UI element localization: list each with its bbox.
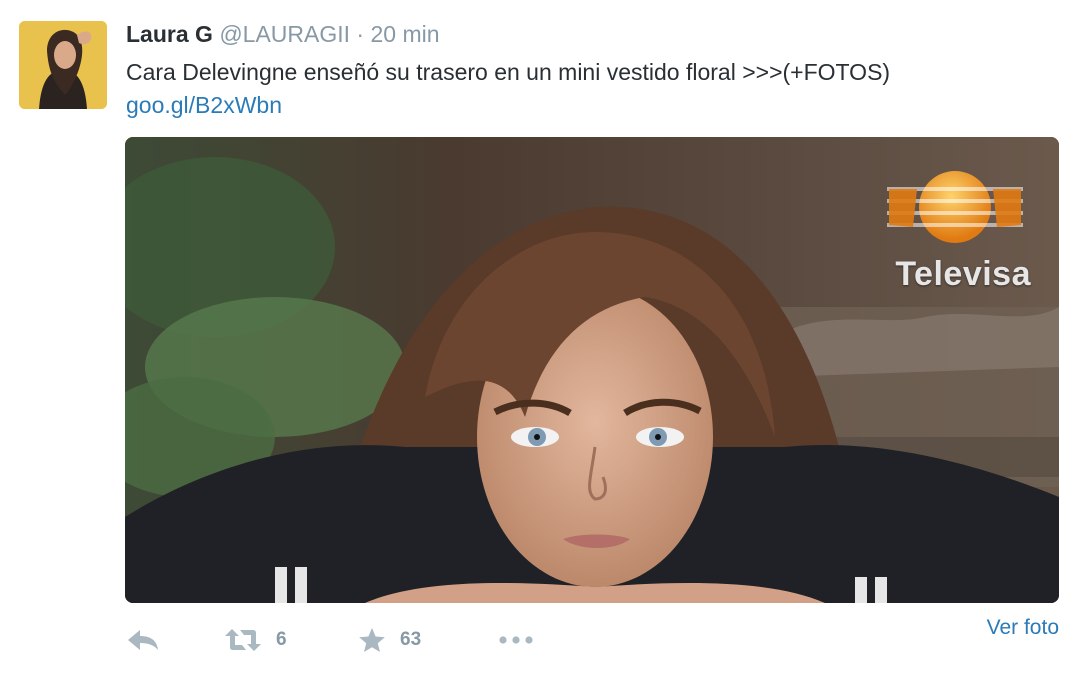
photo-image (125, 137, 1059, 603)
more-icon (499, 636, 533, 644)
favorite-button[interactable]: 63 (358, 618, 421, 662)
more-button[interactable] (498, 618, 534, 662)
avatar[interactable] (19, 21, 107, 109)
retweet-button[interactable]: 6 (224, 618, 287, 662)
view-photo-link[interactable]: Ver foto (987, 616, 1059, 640)
tweet-photo[interactable]: Televisa (125, 137, 1059, 603)
author-handle[interactable]: @LAURAGII (219, 21, 350, 47)
star-icon (359, 628, 385, 652)
favorite-count: 63 (400, 629, 422, 650)
tweet-text: Cara Delevingne enseñó su trasero en un … (126, 59, 891, 85)
reply-button[interactable] (126, 618, 160, 662)
tweet-link[interactable]: goo.gl/B2xWbn (126, 90, 282, 120)
author-name[interactable]: Laura G (126, 21, 213, 47)
tweet-timestamp[interactable]: 20 min (370, 21, 439, 47)
avatar-image (19, 21, 107, 109)
separator: · (356, 21, 365, 47)
watermark-text: Televisa (895, 255, 1031, 293)
tweet-header: Laura G @LAURAGII · 20 min (126, 20, 440, 48)
retweet-count: 6 (276, 629, 287, 650)
reply-icon (128, 630, 158, 650)
tweet-actions: 6 63 (126, 618, 1060, 662)
retweet-icon (225, 629, 261, 651)
